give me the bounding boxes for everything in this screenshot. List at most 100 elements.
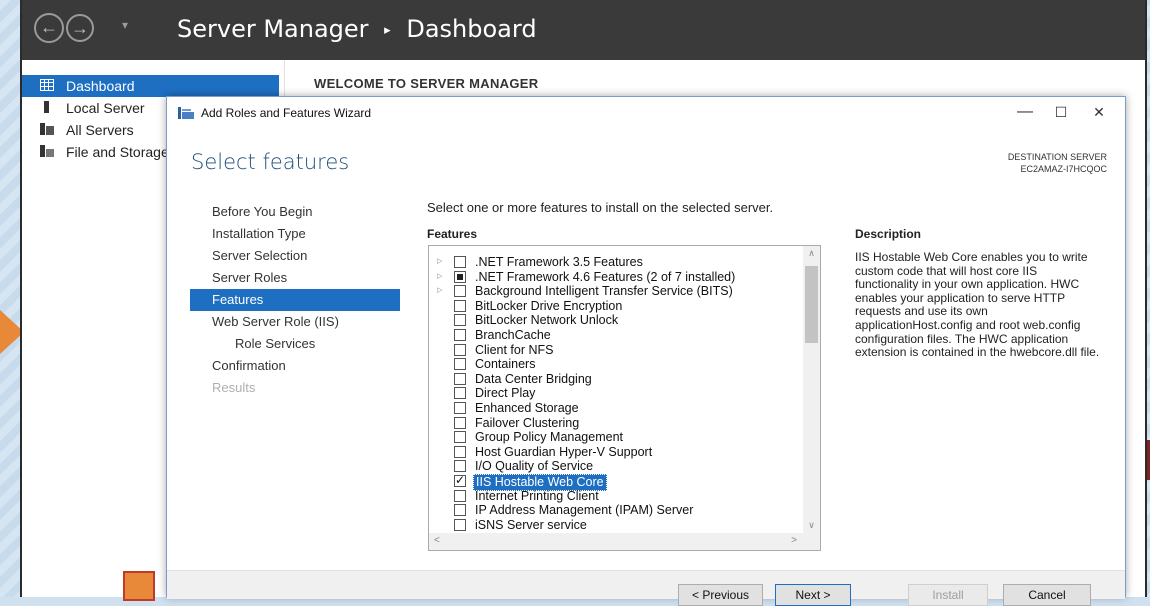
feature-row[interactable]: BitLocker Drive Encryption <box>429 299 799 314</box>
step-confirmation[interactable]: Confirmation <box>190 355 400 377</box>
scroll-down-icon[interactable]: ∨ <box>803 520 820 531</box>
feature-row[interactable]: Host Guardian Hyper-V Support <box>429 445 799 460</box>
servers-icon <box>40 123 54 135</box>
feature-label: IP Address Management (IPAM) Server <box>475 503 694 518</box>
feature-label: Enhanced Storage <box>475 400 579 415</box>
welcome-heading: WELCOME TO SERVER MANAGER <box>314 76 539 91</box>
feature-row[interactable]: Containers <box>429 357 799 372</box>
destination-server-name: EC2AMAZ-I7HCQOC <box>1020 164 1107 174</box>
feature-row[interactable]: BitLocker Network Unlock <box>429 313 799 328</box>
expand-arrow-icon[interactable]: ▷ <box>437 270 442 285</box>
feature-description: IIS Hostable Web Core enables you to wri… <box>855 250 1100 360</box>
feature-label: BitLocker Drive Encryption <box>475 298 623 313</box>
feature-row[interactable]: Enhanced Storage <box>429 401 799 416</box>
feature-label: .NET Framework 3.5 Features <box>475 255 643 269</box>
feature-label: Client for NFS <box>475 342 554 357</box>
features-list[interactable]: ▷ .NET Framework 3.5 Features ▷ .NET Framew… <box>428 245 821 551</box>
feature-checkbox[interactable] <box>454 401 466 414</box>
feature-checkbox[interactable] <box>454 328 466 341</box>
feature-label: .NET Framework 4.6 Features (2 of 7 inst… <box>475 269 736 284</box>
feature-checkbox[interactable] <box>454 473 466 488</box>
feature-row[interactable]: Group Policy Management <box>429 430 799 445</box>
feature-row[interactable]: ▷ .NET Framework 4.6 Features (2 of 7 ins… <box>429 270 799 285</box>
step-role-services[interactable]: Role Services <box>190 333 400 355</box>
close-button[interactable]: ✕ <box>1081 101 1117 123</box>
feature-label: Internet Printing Client <box>475 488 599 503</box>
next-button[interactable]: Next > <box>775 584 851 606</box>
scroll-up-icon[interactable]: ∧ <box>803 248 820 259</box>
feature-row[interactable]: IP Address Management (IPAM) Server <box>429 503 799 518</box>
feature-row[interactable]: iSNS Server service <box>429 518 799 533</box>
step-installation-type[interactable]: Installation Type <box>190 223 400 245</box>
feature-row[interactable]: ▷ .NET Framework 3.5 Features <box>429 255 799 270</box>
breadcrumb-separator-icon: ▸ <box>384 23 391 38</box>
feature-checkbox[interactable] <box>454 270 466 283</box>
step-web-server-role[interactable]: Web Server Role (IIS) <box>190 311 400 333</box>
feature-checkbox[interactable] <box>454 372 466 385</box>
breadcrumb: Server Manager ▸ Dashboard <box>177 15 537 43</box>
step-server-roles[interactable]: Server Roles <box>190 267 400 289</box>
feature-label: Direct Play <box>475 386 536 401</box>
wizard-steps: Before You Begin Installation Type Serve… <box>190 201 400 399</box>
feature-label: BitLocker Network Unlock <box>475 313 619 328</box>
scrollbar-thumb[interactable] <box>805 266 818 343</box>
feature-row[interactable]: Failover Clustering <box>429 416 799 431</box>
vertical-scrollbar[interactable]: ∧ ∨ <box>803 246 820 533</box>
sidebar-item-dashboard[interactable]: Dashboard <box>22 75 279 97</box>
minimize-button[interactable]: — <box>1007 101 1043 123</box>
feature-row[interactable]: IIS Hostable Web Core <box>429 473 799 491</box>
feature-row[interactable]: BranchCache <box>429 328 799 343</box>
feature-row[interactable]: I/O Quality of Service <box>429 459 799 474</box>
server-manager-titlebar: ← → ▾ Server Manager ▸ Dashboard <box>22 0 1145 60</box>
feature-checkbox[interactable] <box>454 460 466 473</box>
features-intro: Select one or more features to install o… <box>427 200 774 215</box>
feature-row[interactable]: Data Center Bridging <box>429 372 799 387</box>
feature-checkbox[interactable] <box>454 358 466 371</box>
scroll-left-icon[interactable]: < <box>434 535 440 546</box>
scroll-right-icon[interactable]: > <box>791 535 797 546</box>
add-roles-wizard-dialog: Add Roles and Features Wizard — ☐ ✕ Sele… <box>166 96 1126 606</box>
feature-checkbox[interactable] <box>454 431 466 444</box>
feature-label: I/O Quality of Service <box>475 459 594 474</box>
feature-checkbox[interactable] <box>454 314 466 327</box>
feature-checkbox[interactable] <box>454 489 466 502</box>
forward-button[interactable]: → <box>66 14 94 42</box>
scrollbar-corner <box>803 533 820 550</box>
feature-checkbox[interactable] <box>454 504 466 517</box>
feature-checkbox[interactable] <box>454 518 466 531</box>
feature-checkbox[interactable] <box>454 445 466 458</box>
expand-arrow-icon[interactable]: ▷ <box>437 284 442 299</box>
step-server-selection[interactable]: Server Selection <box>190 245 400 267</box>
feature-row[interactable]: ▷ Background Intelligent Transfer Service… <box>429 284 799 299</box>
wizard-titlebar: Add Roles and Features Wizard — ☐ ✕ <box>167 97 1125 127</box>
step-results: Results <box>212 380 256 395</box>
feature-label: BranchCache <box>475 327 551 342</box>
feature-checkbox[interactable] <box>454 343 466 356</box>
feature-row[interactable]: Internet Printing Client <box>429 489 799 504</box>
feature-checkbox[interactable] <box>454 387 466 400</box>
feature-row[interactable]: Direct Play <box>429 386 799 401</box>
step-before-you-begin[interactable]: Before You Begin <box>190 201 400 223</box>
feature-checkbox[interactable] <box>454 256 466 268</box>
feature-checkbox[interactable] <box>454 285 466 298</box>
feature-checkbox[interactable] <box>454 299 466 312</box>
feature-label: Containers <box>475 357 536 372</box>
step-features[interactable]: Features <box>190 289 400 311</box>
back-button[interactable]: ← <box>34 13 64 43</box>
feature-row[interactable]: Client for NFS <box>429 343 799 358</box>
expand-arrow-icon[interactable]: ▷ <box>437 255 442 270</box>
feature-label: Failover Clustering <box>475 415 580 430</box>
maximize-button[interactable]: ☐ <box>1043 101 1079 123</box>
cancel-button[interactable]: Cancel <box>1003 584 1091 606</box>
destination-label: DESTINATION SERVER <box>1007 152 1107 162</box>
chevron-down-icon[interactable]: ▾ <box>122 18 128 32</box>
storage-icon <box>40 145 54 157</box>
previous-button[interactable]: < Previous <box>678 584 763 606</box>
sidebar-item-label: Dashboard <box>66 78 135 94</box>
description-label: Description <box>855 227 922 241</box>
horizontal-scrollbar[interactable]: < > <box>429 533 805 550</box>
sidebar-item-label: File and Storage <box>66 144 169 160</box>
feature-label: Group Policy Management <box>475 430 623 445</box>
feature-checkbox[interactable] <box>454 416 466 429</box>
feature-label: iSNS Server service <box>475 517 587 532</box>
